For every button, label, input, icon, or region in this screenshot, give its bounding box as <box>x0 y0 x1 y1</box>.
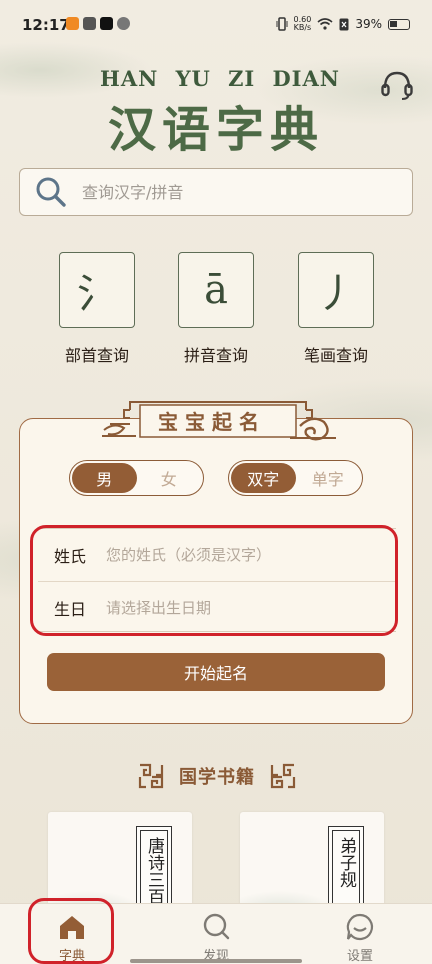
gender-female-option[interactable]: 女 <box>137 463 202 493</box>
net-speed-unit: KB/s <box>293 23 312 32</box>
app-notification-icon <box>117 17 130 30</box>
tool-label: 笔画查询 <box>303 346 368 365</box>
search-bar[interactable] <box>19 168 413 216</box>
app-notification-icon <box>83 17 96 30</box>
double-char-option[interactable]: 双字 <box>231 463 296 493</box>
naming-banner-title: 宝宝起名 <box>158 410 266 434</box>
notification-icons <box>66 17 130 30</box>
wifi-icon <box>317 18 333 30</box>
nav-label: 设置 <box>346 949 373 964</box>
book-title: 唐诗三百 <box>144 837 164 905</box>
status-right: 0.60 KB/s 39% <box>276 16 410 32</box>
pinyin-syllable: DIAN <box>272 66 340 91</box>
status-bar: 12:17 0.60 KB/s 39% <box>0 0 432 50</box>
char-count-toggle[interactable]: 双字 单字 <box>228 460 363 496</box>
birthday-input[interactable] <box>106 598 386 617</box>
book-title: 弟子规 <box>336 837 356 888</box>
bottom-nav: 字典 发现 设置 <box>0 903 432 964</box>
stroke-lookup-tool[interactable]: 丿 笔画查询 <box>298 252 374 366</box>
nav-label: 字典 <box>58 949 85 964</box>
nav-item-discover[interactable]: 发现 <box>176 904 256 964</box>
tool-label: 拼音查询 <box>183 346 248 365</box>
headset-icon[interactable] <box>380 70 414 100</box>
status-time: 12:17 <box>22 16 70 34</box>
network-speed: 0.60 KB/s <box>294 16 312 32</box>
surname-label: 姓氏 <box>54 547 87 566</box>
battery-percent: 39% <box>355 17 382 31</box>
pinyin-lookup-tool[interactable]: ā 拼音查询 <box>178 252 254 366</box>
naming-banner: 宝宝起名 <box>100 398 336 444</box>
search-icon <box>203 913 230 940</box>
tiktok-icon <box>100 17 113 30</box>
no-sim-icon <box>339 18 349 30</box>
search-input[interactable] <box>82 182 382 202</box>
fret-ornament-icon <box>270 763 296 789</box>
chat-icon <box>346 913 374 941</box>
tool-label: 部首查询 <box>64 346 129 365</box>
pinyin-syllable: YU <box>175 66 211 91</box>
gender-toggle[interactable]: 男 女 <box>69 460 204 496</box>
app-title: 汉语字典 <box>107 102 324 158</box>
surname-input[interactable] <box>106 546 386 564</box>
gender-male-option[interactable]: 男 <box>72 463 137 493</box>
stroke-glyph-icon[interactable]: 丿 <box>298 252 374 328</box>
surname-row[interactable]: 姓氏 <box>38 529 396 581</box>
pinyin-syllable: HAN <box>100 66 159 91</box>
radical-glyph-icon[interactable]: 氵 <box>59 252 135 328</box>
birthday-row[interactable]: 生日 <box>38 581 396 633</box>
birthday-label: 生日 <box>54 599 87 619</box>
app-notification-icon <box>66 17 79 30</box>
home-indicator <box>130 959 302 963</box>
naming-form: 姓氏 生日 <box>38 528 396 632</box>
pinyin-syllable: ZI <box>228 66 256 91</box>
classics-title: 国学书籍 <box>179 767 255 788</box>
nav-item-dictionary[interactable]: 字典 <box>32 904 112 964</box>
pinyin-title: HAN YU ZI DIAN <box>100 66 340 91</box>
fret-ornament-icon <box>138 763 164 789</box>
home-icon <box>60 916 84 939</box>
pinyin-glyph-icon[interactable]: ā <box>178 252 254 328</box>
nav-item-settings[interactable]: 设置 <box>320 904 400 964</box>
battery-icon <box>388 18 410 30</box>
classics-section-header: 国学书籍 <box>138 762 296 790</box>
radical-lookup-tool[interactable]: 氵 部首查询 <box>59 252 135 366</box>
single-char-option[interactable]: 单字 <box>296 463 361 493</box>
search-icon <box>36 177 66 207</box>
vibrate-icon <box>276 17 288 31</box>
start-naming-button[interactable]: 开始起名 <box>47 653 385 691</box>
